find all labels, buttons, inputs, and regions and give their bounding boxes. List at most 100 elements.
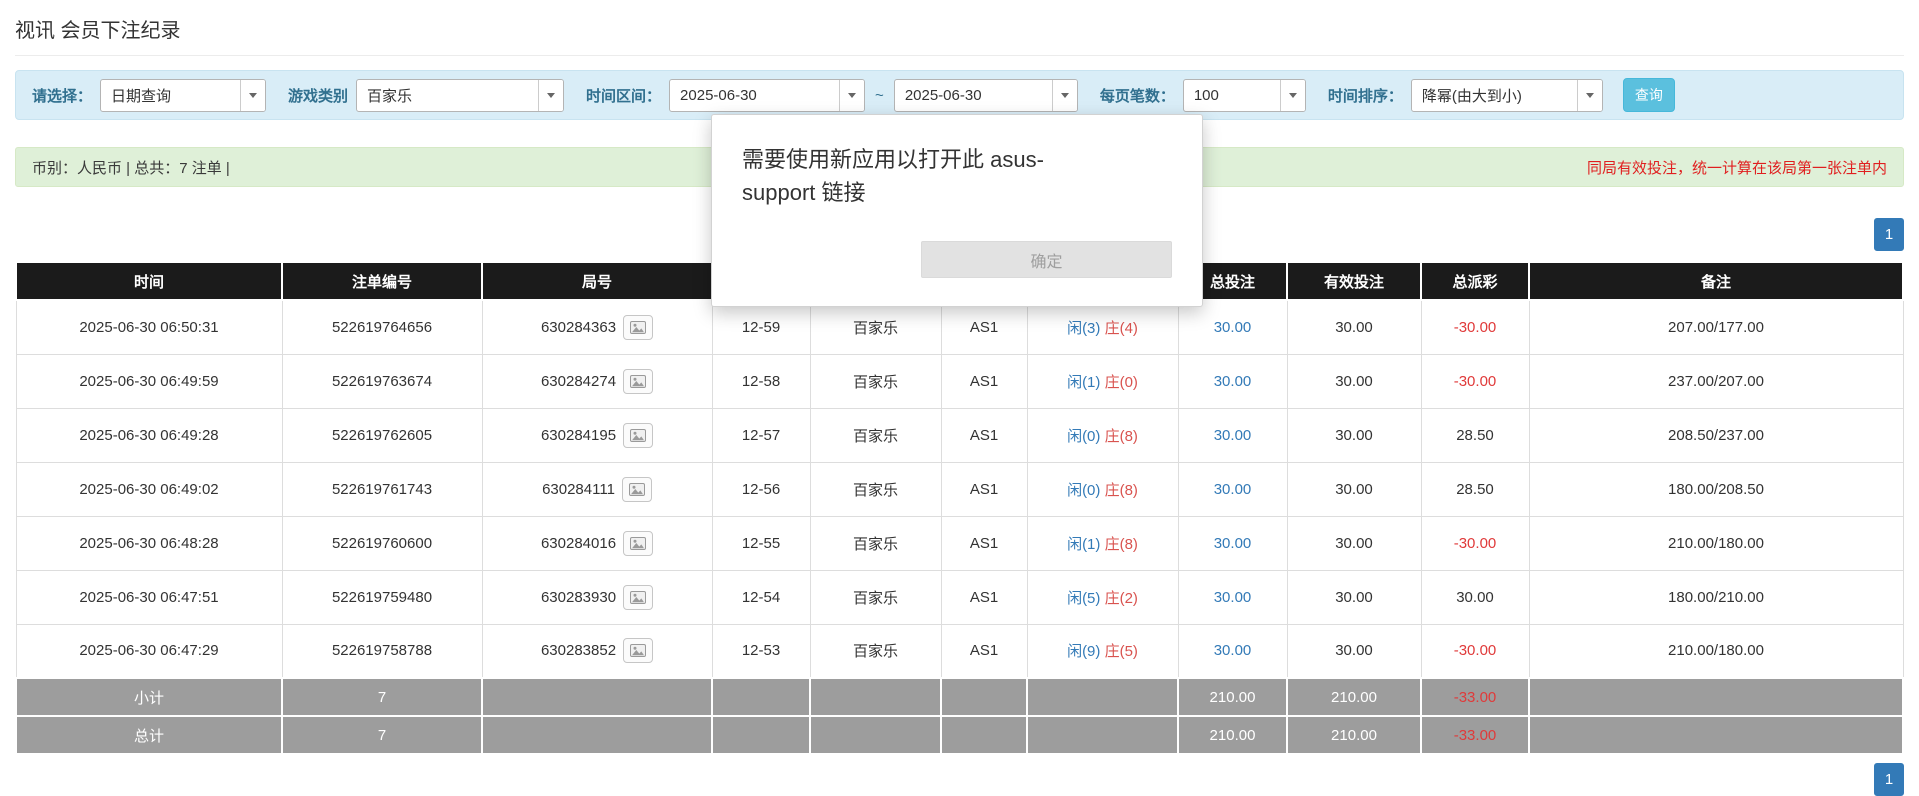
total-bet-link[interactable]: 30.00 [1214, 373, 1252, 390]
per-page-select[interactable]: 100 [1183, 79, 1306, 112]
cell-result: 闲(1) 庄(0) [1027, 354, 1178, 408]
cell-valid-bet: 30.00 [1287, 408, 1421, 462]
cell-table: AS1 [941, 570, 1027, 624]
banker-result: 庄(5) [1105, 643, 1138, 660]
round-number: 630283930 [541, 589, 616, 606]
round-number: 630284274 [541, 373, 616, 390]
date-from-input[interactable]: 2025-06-30 [669, 79, 865, 112]
round-number: 630284111 [542, 481, 615, 498]
range-separator: ~ [875, 87, 884, 104]
page-title: 视讯 会员下注纪录 [15, 14, 1904, 43]
cell-bet-id: 522619761743 [282, 462, 482, 516]
round-image-icon[interactable] [623, 585, 653, 610]
cell-bet-id: 522619758788 [282, 624, 482, 678]
subtotal-total-bet: 210.00 [1178, 678, 1287, 716]
cell-time: 2025-06-30 06:48:28 [16, 516, 282, 570]
round-number: 630284016 [541, 535, 616, 552]
chevron-down-icon[interactable] [1280, 80, 1305, 111]
subtotal-row: 小计 7 210.00 210.00 -33.00 [16, 678, 1903, 716]
cell-game: 百家乐 [810, 408, 941, 462]
total-label: 总计 [16, 716, 282, 754]
total-bet-link[interactable]: 30.00 [1214, 589, 1252, 606]
total-bet-link[interactable]: 30.00 [1214, 642, 1252, 659]
cell-shoe-round: 12-58 [712, 354, 810, 408]
query-type-value: 日期查询 [101, 80, 240, 111]
cell-bet-id: 522619764656 [282, 300, 482, 354]
cell-total-bet: 30.00 [1178, 516, 1287, 570]
total-bet-link[interactable]: 30.00 [1214, 427, 1252, 444]
cell-result: 闲(1) 庄(8) [1027, 516, 1178, 570]
subtotal-payout: -33.00 [1421, 678, 1529, 716]
cell-total-bet: 30.00 [1178, 408, 1287, 462]
chevron-down-icon[interactable] [1577, 80, 1602, 111]
banker-result: 庄(8) [1105, 536, 1138, 553]
date-to-value: 2025-06-30 [895, 80, 1052, 111]
chevron-down-icon[interactable] [240, 80, 265, 111]
cell-result: 闲(5) 庄(2) [1027, 570, 1178, 624]
cell-round: 630283852 [482, 624, 712, 678]
player-result: 闲(0) [1067, 482, 1100, 499]
total-bet-link[interactable]: 30.00 [1214, 319, 1252, 336]
date-from-value: 2025-06-30 [670, 80, 839, 111]
cell-bet-id: 522619762605 [282, 408, 482, 462]
cell-valid-bet: 30.00 [1287, 516, 1421, 570]
cell-total-bet: 30.00 [1178, 624, 1287, 678]
total-bet-link[interactable]: 30.00 [1214, 535, 1252, 552]
cell-time: 2025-06-30 06:47:51 [16, 570, 282, 624]
round-image-icon[interactable] [623, 423, 653, 448]
chevron-down-icon[interactable] [1052, 80, 1077, 111]
dialog-message: 需要使用新应用以打开此 asus-support 链接 [742, 143, 1092, 209]
player-result: 闲(0) [1067, 428, 1100, 445]
cell-shoe-round: 12-56 [712, 462, 810, 516]
chevron-down-icon[interactable] [839, 80, 864, 111]
pagination-bottom: 1 [15, 763, 1904, 796]
date-to-input[interactable]: 2025-06-30 [894, 79, 1078, 112]
table-row: 2025-06-30 06:50:31522619764656630284363… [16, 300, 1903, 354]
round-number: 630283852 [541, 642, 616, 659]
cell-table: AS1 [941, 354, 1027, 408]
col-round: 局号 [482, 262, 712, 300]
cell-game: 百家乐 [810, 570, 941, 624]
chevron-down-icon[interactable] [538, 80, 563, 111]
cell-result: 闲(9) 庄(5) [1027, 624, 1178, 678]
player-result: 闲(3) [1067, 320, 1100, 337]
table-row: 2025-06-30 06:49:59522619763674630284274… [16, 354, 1903, 408]
page-1-button[interactable]: 1 [1874, 218, 1904, 251]
banker-result: 庄(8) [1105, 428, 1138, 445]
cell-round: 630283930 [482, 570, 712, 624]
round-image-icon[interactable] [622, 477, 652, 502]
cell-payout: -30.00 [1421, 624, 1529, 678]
cell-result: 闲(0) 庄(8) [1027, 408, 1178, 462]
round-image-icon[interactable] [623, 531, 653, 556]
cell-round: 630284274 [482, 354, 712, 408]
cell-note: 180.00/208.50 [1529, 462, 1903, 516]
page-1-button[interactable]: 1 [1874, 763, 1904, 796]
round-image-icon[interactable] [623, 369, 653, 394]
cell-total-bet: 30.00 [1178, 570, 1287, 624]
title-bar: 视讯 会员下注纪录 [15, 0, 1904, 56]
confirm-button[interactable]: 确定 [921, 241, 1172, 278]
round-image-icon[interactable] [623, 315, 653, 340]
cell-game: 百家乐 [810, 624, 941, 678]
game-type-select[interactable]: 百家乐 [356, 79, 564, 112]
total-bet-link[interactable]: 30.00 [1214, 481, 1252, 498]
cell-table: AS1 [941, 408, 1027, 462]
cell-table: AS1 [941, 624, 1027, 678]
cell-note: 210.00/180.00 [1529, 624, 1903, 678]
total-valid-bet: 210.00 [1287, 716, 1421, 754]
sort-select[interactable]: 降幂(由大到小) [1411, 79, 1603, 112]
filter-bar: 请选择： 日期查询 游戏类别 百家乐 时间区间： 2025-06-30 ~ 20… [15, 70, 1904, 120]
table-row: 2025-06-30 06:49:02522619761743630284111… [16, 462, 1903, 516]
cell-game: 百家乐 [810, 516, 941, 570]
cell-game: 百家乐 [810, 354, 941, 408]
player-result: 闲(1) [1067, 374, 1100, 391]
cell-payout: -30.00 [1421, 300, 1529, 354]
cell-valid-bet: 30.00 [1287, 624, 1421, 678]
cell-payout: -30.00 [1421, 354, 1529, 408]
currency-total-info: 币别：人民币 | 总共：7 注单 | [32, 157, 230, 178]
query-type-select[interactable]: 日期查询 [100, 79, 266, 112]
round-image-icon[interactable] [623, 638, 653, 663]
search-button[interactable]: 查询 [1623, 78, 1675, 112]
total-count: 7 [282, 716, 482, 754]
notice-text: 同局有效投注，统一计算在该局第一张注单内 [1587, 157, 1887, 178]
